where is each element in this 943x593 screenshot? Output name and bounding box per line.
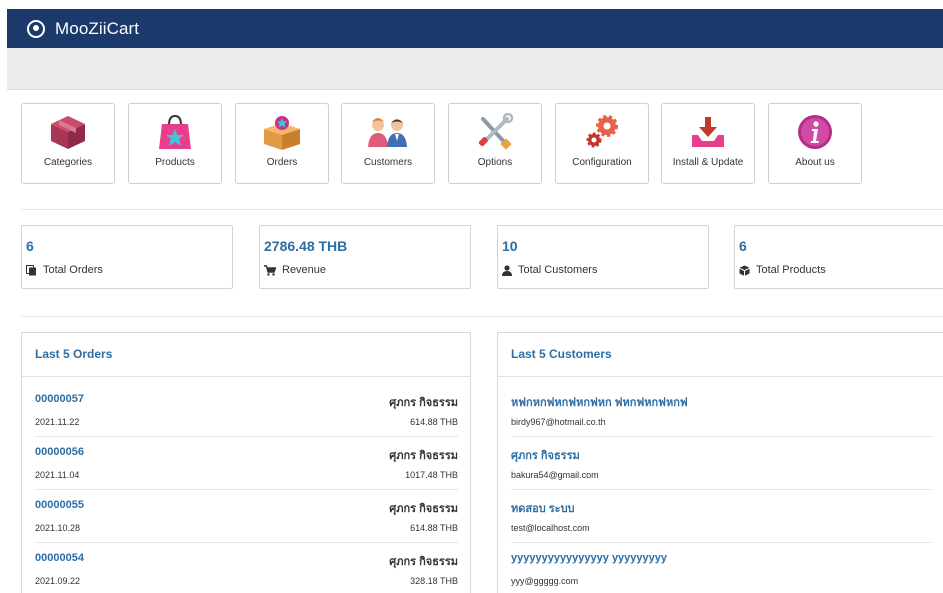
tile-products[interactable]: Products [128, 103, 222, 184]
tile-install-update[interactable]: Install & Update [661, 103, 755, 184]
section-divider [21, 316, 943, 317]
order-total: 614.88 THB [410, 523, 458, 533]
stat-label: Revenue [282, 264, 327, 276]
radio-circle-icon[interactable] [27, 19, 45, 38]
stat-caption: Total Orders [26, 264, 103, 276]
stat-value: 6 [26, 238, 34, 254]
stat-value: 2786.48 THB [264, 238, 348, 254]
app-title[interactable]: MooZiiCart [55, 19, 139, 39]
tile-label: Products [155, 157, 195, 168]
order-date: 2021.10.28 [35, 523, 81, 533]
order-row: 00000056 ศุภกร กิจธรรม 2021.11.04 1017.4… [35, 437, 458, 490]
customer-name-link[interactable]: yyyyyyyyyyyyyyyy yyyyyyyyy [511, 552, 667, 564]
customer-email: yyy@ggggg.com [511, 576, 579, 586]
cart-icon [264, 264, 276, 276]
cube-icon [739, 265, 750, 276]
stat-value: 10 [502, 238, 518, 254]
stat-revenue: 2786.48 THB Revenue [259, 225, 471, 289]
tile-configuration[interactable]: Configuration [555, 103, 649, 184]
tile-label: Categories [43, 157, 93, 168]
panel-title: Last 5 Customers [498, 333, 943, 377]
customer-email: test@localhost.com [511, 523, 590, 533]
stat-caption: Revenue [264, 264, 326, 276]
download-tray-icon [662, 113, 754, 151]
customer-row: หฟกหกฟหกฟหกฟหก ฟหกฟหกฟหกฟ birdy967@hotma… [511, 384, 932, 437]
tile-label: About us [795, 157, 835, 168]
tile-customers[interactable]: Customers [341, 103, 435, 184]
tile-label: Customers [363, 157, 413, 168]
stat-total-products: 6 Total Products [734, 225, 943, 289]
customer-row: ศุภกร กิจธรรม bakura54@gmail.com [511, 437, 932, 490]
customer-name-link[interactable]: หฟกหกฟหกฟหกฟหก ฟหกฟหกฟหกฟ [511, 393, 688, 411]
copy-icon [26, 264, 36, 275]
stat-total-customers: 10 Total Customers [497, 225, 709, 289]
gears-icon [556, 113, 648, 151]
tile-orders[interactable]: Orders [235, 103, 329, 184]
tools-icon [449, 113, 541, 151]
order-id-link[interactable]: 00000056 [35, 446, 84, 458]
order-customer: ศุภกร กิจธรรม [389, 450, 458, 462]
stat-total-orders: 6 Total Orders [21, 225, 233, 289]
order-row: 00000054 ศุภกร กิจธรรม 2021.09.22 328.18… [35, 543, 458, 593]
last-customers-panel: Last 5 Customers หฟกหกฟหกฟหกฟหก ฟหกฟหกฟห… [497, 332, 943, 593]
panel-title: Last 5 Orders [22, 333, 470, 377]
tile-options[interactable]: Options [448, 103, 542, 184]
order-id-link[interactable]: 00000054 [35, 552, 84, 564]
last-orders-panel: Last 5 Orders 00000057 ศุภกร กิจธรรม 202… [21, 332, 471, 593]
section-divider [21, 209, 943, 210]
stat-label: Total Products [756, 264, 826, 276]
order-row: 00000057 ศุภกร กิจธรรม 2021.11.22 614.88… [35, 384, 458, 437]
info-icon [769, 113, 861, 151]
customer-row: ทดสอบ ระบบ test@localhost.com [511, 490, 932, 543]
customer-email: bakura54@gmail.com [511, 470, 599, 480]
top-header: MooZiiCart [7, 9, 943, 48]
order-row: 00000055 ศุภกร กิจธรรม 2021.10.28 614.88… [35, 490, 458, 543]
tile-label: Options [477, 157, 513, 168]
tile-label: Orders [266, 157, 298, 168]
gift-box-icon [236, 113, 328, 151]
user-icon [502, 264, 512, 276]
stat-value: 6 [739, 238, 747, 254]
order-date: 2021.11.04 [35, 470, 80, 480]
order-date: 2021.09.22 [35, 576, 81, 586]
order-customer: ศุภกร กิจธรรม [389, 503, 458, 515]
order-customer: ศุภกร กิจธรรม [389, 397, 458, 409]
box-icon [22, 113, 114, 151]
customer-email: birdy967@hotmail.co.th [511, 417, 606, 427]
stat-label: Total Orders [43, 264, 103, 276]
shopping-bag-icon [129, 113, 221, 151]
order-date: 2021.11.22 [35, 417, 80, 427]
order-total: 614.88 THB [410, 417, 458, 427]
stat-caption: Total Customers [502, 264, 597, 276]
order-id-link[interactable]: 00000057 [35, 393, 84, 405]
order-id-link[interactable]: 00000055 [35, 499, 84, 511]
order-total: 1017.48 THB [405, 470, 458, 480]
order-total: 328.18 THB [410, 576, 458, 586]
people-icon [342, 113, 434, 151]
toolbar-strip [7, 48, 943, 90]
stat-caption: Total Products [739, 264, 826, 276]
order-customer: ศุภกร กิจธรรม [389, 556, 458, 568]
stat-label: Total Customers [518, 264, 598, 276]
tile-label: Install & Update [672, 157, 744, 168]
customer-name-link[interactable]: ศุภกร กิจธรรม [511, 446, 580, 464]
tile-about-us[interactable]: About us [768, 103, 862, 184]
customer-row: yyyyyyyyyyyyyyyy yyyyyyyyy yyy@ggggg.com [511, 543, 932, 593]
tile-label: Configuration [572, 157, 632, 168]
tile-categories[interactable]: Categories [21, 103, 115, 184]
customer-name-link[interactable]: ทดสอบ ระบบ [511, 499, 575, 517]
